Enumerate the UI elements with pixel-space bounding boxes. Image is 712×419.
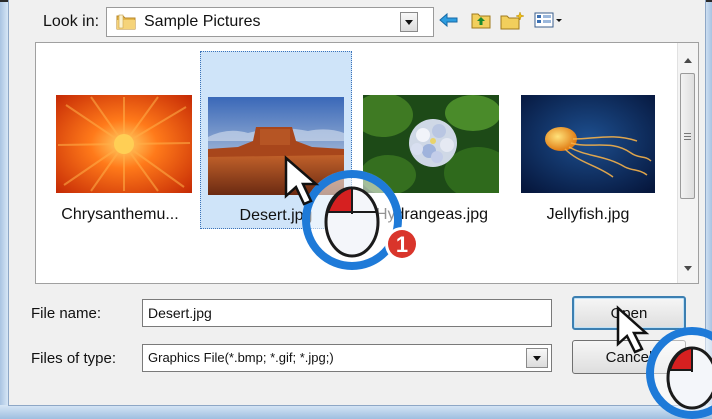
grip-line <box>684 139 691 140</box>
file-type-value: Graphics File(*.bmp; *.gif; *.jpg;) <box>148 350 334 365</box>
chevron-down-icon <box>533 355 541 361</box>
view-menu-button[interactable] <box>533 9 567 31</box>
file-name-input[interactable]: Desert.jpg <box>142 299 552 327</box>
look-in-value: Sample Pictures <box>144 13 261 30</box>
grip-line <box>684 133 691 134</box>
file-item-chrysanthemum[interactable]: Chrysanthemu... <box>44 51 196 229</box>
file-name-label: Chrysanthemu... <box>61 206 179 223</box>
scroll-up-icon[interactable] <box>684 58 692 63</box>
jellyfish-thumbnail <box>521 95 655 193</box>
mouse-icon <box>324 186 380 258</box>
step-badge-number: 1 <box>396 232 408 257</box>
scrollbar-thumb[interactable] <box>680 73 695 199</box>
look-in-label: Look in: <box>43 13 100 30</box>
look-in-dropdown-button[interactable] <box>400 12 418 32</box>
up-one-level-button[interactable] <box>469 9 493 31</box>
back-arrow-icon <box>439 12 458 28</box>
chevron-down-icon <box>405 19 413 25</box>
look-in-combo[interactable]: Sample Pictures <box>106 7 434 37</box>
new-folder-button[interactable] <box>499 9 527 31</box>
folder-icon <box>116 14 136 30</box>
file-name-label: Jellyfish.jpg <box>546 206 630 223</box>
file-item-jellyfish[interactable]: Jellyfish.jpg <box>512 51 664 229</box>
arrow-cursor-icon <box>616 305 650 354</box>
scroll-down-icon[interactable] <box>684 266 692 271</box>
vertical-scrollbar[interactable] <box>677 43 698 283</box>
click-annotation-1: 1 <box>284 155 419 270</box>
new-folder-icon <box>500 11 525 30</box>
file-type-dropdown-button[interactable] <box>526 348 548 368</box>
view-menu-icon <box>534 12 562 28</box>
click-annotation-2 <box>616 305 712 419</box>
chrysanthemum-thumbnail <box>56 95 192 193</box>
window-border-left <box>0 0 8 419</box>
grip-line <box>684 136 691 137</box>
file-type-select[interactable]: Graphics File(*.bmp; *.gif; *.jpg;) <box>142 344 552 372</box>
file-type-field-label: Files of type: <box>31 350 117 367</box>
step-badge: 1 <box>385 227 419 261</box>
mouse-icon <box>666 346 712 410</box>
up-folder-icon <box>471 13 491 29</box>
back-button[interactable] <box>437 9 461 31</box>
file-name-field-label: File name: <box>31 305 102 322</box>
